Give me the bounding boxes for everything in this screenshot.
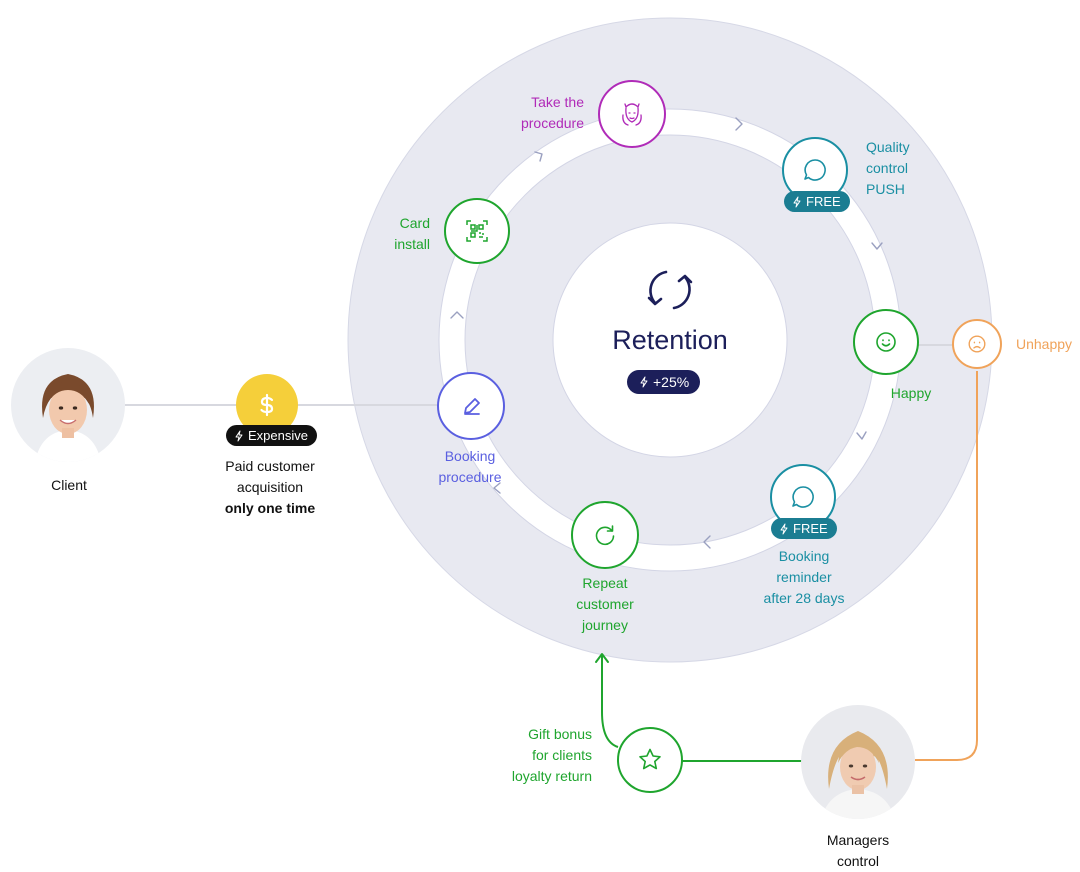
retention-diagram: Retention +25% Client Expensive Paid cus…: [0, 0, 1080, 869]
booking-reminder-free-badge: FREE: [771, 518, 837, 539]
card-install-line-1: Card: [399, 215, 430, 231]
refresh-icon: [595, 525, 615, 546]
happy-node[interactable]: [853, 309, 919, 375]
face-icon: [622, 103, 642, 126]
gift-bonus-label: Gift bonus for clients loyalty return: [480, 724, 592, 787]
retention-badge-label: +25%: [653, 373, 690, 390]
quality-control-line-3: PUSH: [866, 181, 905, 197]
gift-bonus-line-3: loyalty return: [511, 768, 592, 784]
take-procedure-line-2: procedure: [520, 115, 584, 131]
quality-control-line-2: control: [866, 160, 909, 176]
expensive-badge: Expensive: [226, 425, 317, 446]
repeat-journey-label: Repeat customer journey: [550, 573, 660, 636]
qr-code-icon: [466, 220, 488, 242]
booking-procedure-node[interactable]: [437, 372, 505, 440]
repeat-journey-node[interactable]: [571, 501, 639, 569]
bolt-icon: [640, 376, 648, 388]
managers-line-2: control: [836, 853, 880, 869]
booking-reminder-label: Booking reminder after 28 days: [748, 546, 860, 609]
gift-bonus-line-2: for clients: [532, 747, 592, 763]
star-icon: [639, 748, 661, 770]
unhappy-label: Unhappy: [1016, 336, 1073, 352]
booking-reminder-line-3: after 28 days: [763, 590, 845, 606]
free-badge-label: FREE: [793, 521, 828, 536]
booking-reminder-line-1: Booking: [778, 548, 830, 564]
card-install-node[interactable]: [444, 198, 510, 264]
booking-reminder-line-2: reminder: [776, 569, 832, 585]
booking-procedure-line-2: procedure: [438, 469, 502, 485]
dollar-icon: [260, 393, 274, 417]
take-procedure-label: Take the procedure: [490, 92, 584, 134]
pencil-icon: [464, 398, 480, 415]
free-badge-label: FREE: [806, 194, 841, 209]
booking-procedure-label: Booking procedure: [420, 446, 520, 488]
acquisition-label: Paid customer acquisition only one time: [200, 456, 340, 519]
acquisition-line-1: Paid customer: [225, 458, 315, 474]
unhappy-node[interactable]: [952, 319, 1002, 369]
acquisition-line-3: only one time: [224, 500, 316, 516]
take-procedure-line-1: Take the: [531, 94, 584, 110]
expensive-badge-label: Expensive: [248, 428, 308, 443]
card-install-line-2: install: [394, 236, 430, 252]
quality-control-label: Quality control PUSH: [866, 137, 936, 200]
gift-bonus-node[interactable]: [617, 727, 683, 793]
chat-bubble-icon: [804, 159, 826, 181]
chat-bubble-icon: [792, 486, 814, 508]
client-label: Client: [51, 477, 87, 493]
quality-control-line-1: Quality: [866, 139, 910, 155]
sad-icon: [968, 335, 986, 353]
bolt-icon: [235, 430, 243, 441]
bolt-icon: [780, 523, 788, 534]
manager-avatar: [801, 705, 915, 819]
bolt-icon: [793, 196, 801, 207]
happy-label: Happy: [890, 385, 932, 401]
retention-cycle-icon: [645, 265, 695, 315]
booking-procedure-line-1: Booking: [444, 448, 496, 464]
gift-bonus-line-1: Gift bonus: [528, 726, 592, 742]
client-avatar: [11, 348, 125, 462]
retention-badge: +25%: [627, 370, 701, 394]
acquisition-line-2: acquisition: [236, 479, 304, 495]
repeat-journey-line-3: journey: [582, 617, 628, 633]
smile-icon: [876, 332, 896, 352]
repeat-journey-line-1: Repeat: [582, 575, 628, 591]
center-title: Retention: [612, 325, 728, 355]
managers-label: Managers control: [806, 830, 910, 872]
repeat-journey-line-2: customer: [576, 596, 634, 612]
quality-control-free-badge: FREE: [784, 191, 850, 212]
card-install-label: Card install: [370, 213, 430, 255]
managers-line-1: Managers: [826, 832, 890, 848]
gift-repeat-line: [601, 655, 619, 748]
take-procedure-node[interactable]: [598, 80, 666, 148]
